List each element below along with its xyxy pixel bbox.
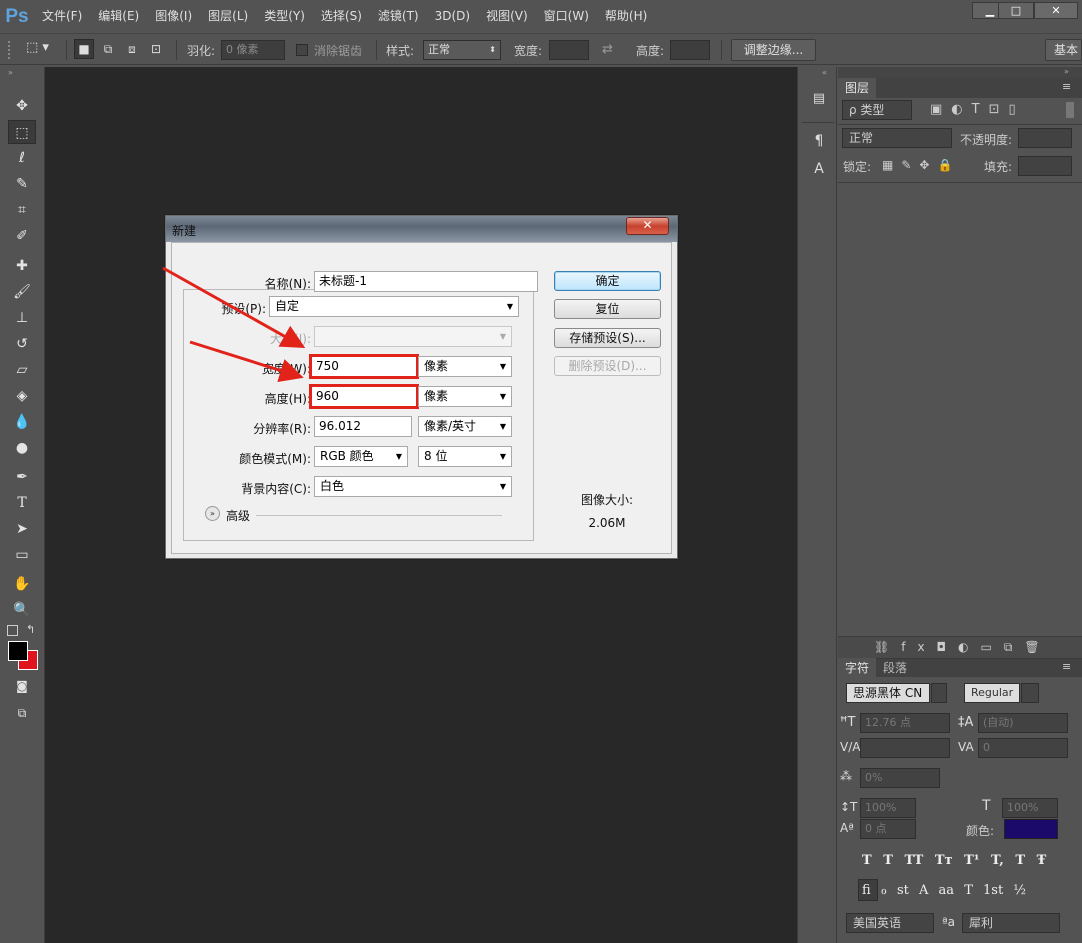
photoshop-window: Ps 文件(F) 编辑(E) 图像(I) 图层(L) 类型(Y) 选择(S) 滤… bbox=[0, 0, 1082, 943]
arrow-to-height bbox=[189, 340, 304, 383]
arrow-to-width bbox=[162, 266, 306, 348]
annotation-arrows bbox=[162, 266, 306, 383]
